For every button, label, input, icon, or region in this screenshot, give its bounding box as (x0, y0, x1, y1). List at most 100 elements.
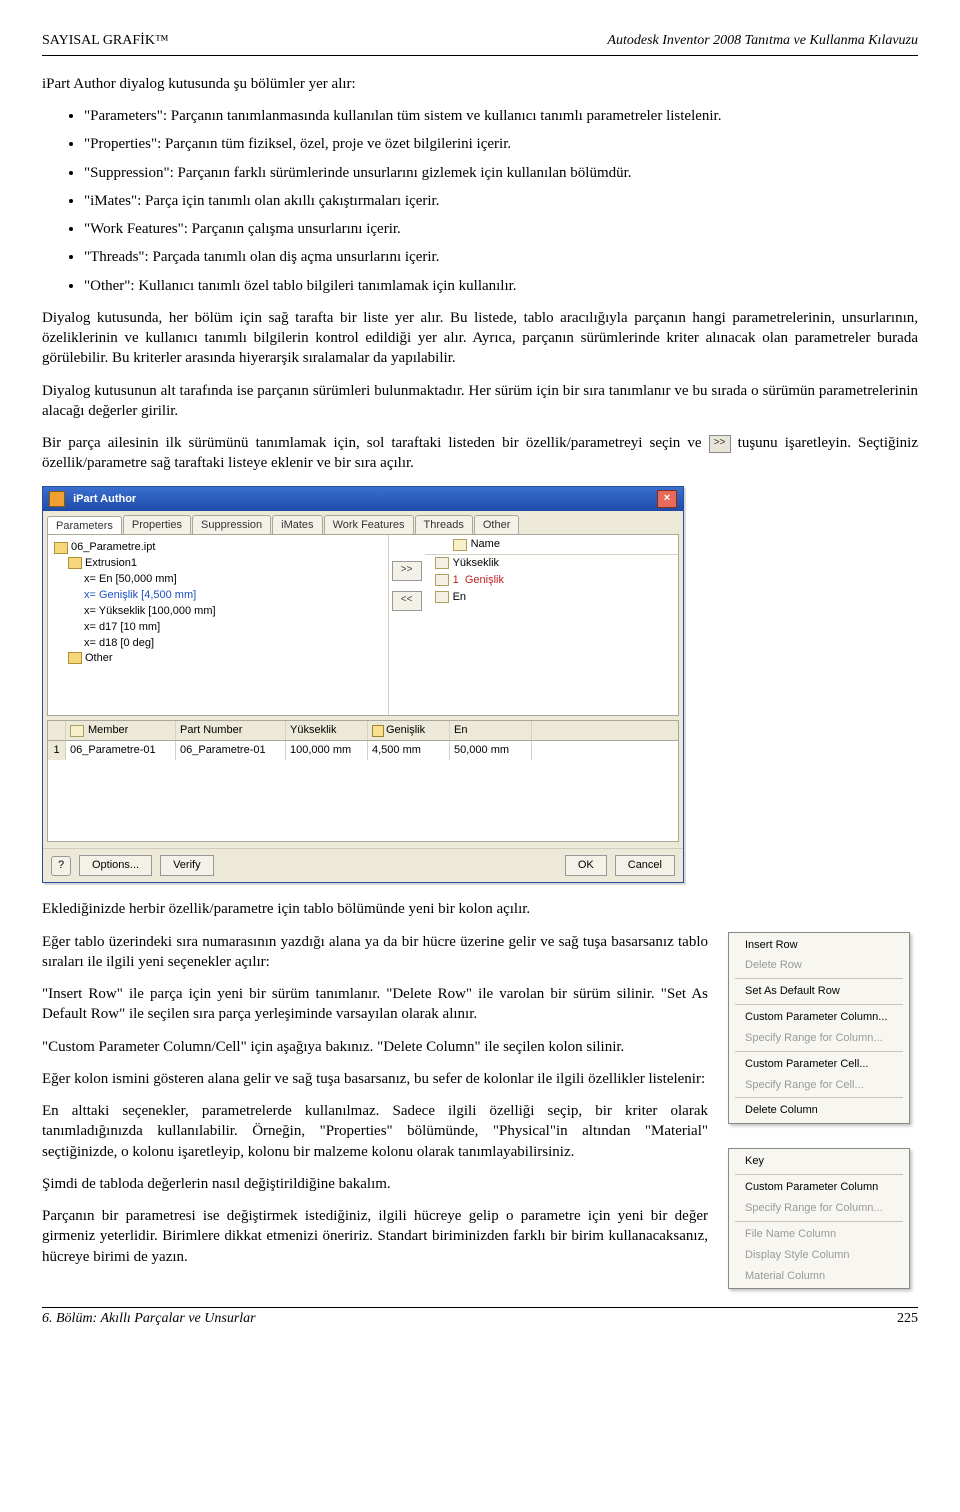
ctx-range-cell: Specify Range for Cell... (731, 1075, 907, 1096)
ctx2-range-col: Specify Range for Column... (731, 1198, 907, 1219)
list-icon (435, 557, 449, 569)
cell-member[interactable]: 06_Parametre-01 (66, 741, 176, 760)
cell-yukseklik[interactable]: 100,000 mm (286, 741, 368, 760)
ctx2-display-col: Display Style Column (731, 1245, 907, 1266)
p3a: Bir parça ailesinin ilk sürümünü tanımla… (42, 435, 709, 451)
tree-root[interactable]: 06_Parametre.ipt (71, 541, 155, 553)
row-num[interactable]: 1 (48, 741, 66, 760)
ctx-insert-row[interactable]: Insert Row (731, 935, 907, 956)
ctx2-custom-col[interactable]: Custom Parameter Column (731, 1177, 907, 1198)
para-row-ops: "Insert Row" ile parça için yeni bir sür… (42, 984, 708, 1025)
bullet-other: "Other": Kullanıcı tanımlı özel tablo bi… (84, 276, 918, 296)
context-separator (735, 1221, 903, 1222)
para-new-column: Eklediğinizde herbir özellik/parametre i… (42, 899, 918, 919)
app-icon (49, 491, 65, 507)
context-separator (735, 1097, 903, 1098)
bullet-threads: "Threads": Parçada tanımlı olan diş açma… (84, 247, 918, 267)
verify-button[interactable]: Verify (160, 855, 214, 876)
tree-genislik[interactable]: x= Genişlik [4,500 mm] (54, 588, 382, 603)
tab-properties[interactable]: Properties (123, 515, 191, 535)
list-icon (435, 591, 449, 603)
para-first-version: Bir parça ailesinin ilk sürümünü tanımla… (42, 433, 918, 474)
ctx-delete-col[interactable]: Delete Column (731, 1100, 907, 1121)
dialog-title: iPart Author (73, 493, 136, 505)
row-context-menu: Insert Row Delete Row Set As Default Row… (728, 932, 910, 1125)
bullet-parameters: "Parameters": Parçanın tanımlanmasında k… (84, 106, 918, 126)
ctx2-material-col: Material Column (731, 1266, 907, 1287)
page-number: 225 (897, 1310, 918, 1329)
ctx-range-col: Specify Range for Column... (731, 1028, 907, 1049)
para-change-values: Şimdi de tabloda değerlerin nasıl değişt… (42, 1174, 708, 1194)
dialog-tabs: Parameters Properties Suppression iMates… (43, 511, 683, 535)
close-icon[interactable]: × (657, 490, 677, 508)
bullet-suppression: "Suppression": Parçanın farklı sürümleri… (84, 163, 918, 183)
grid-h-yukseklik[interactable]: Yükseklik (286, 721, 368, 740)
top-rule (42, 55, 918, 56)
grid-h-genislik[interactable]: Genişlik (386, 724, 425, 736)
remove-button[interactable]: << (392, 591, 422, 611)
cancel-button[interactable]: Cancel (615, 855, 675, 876)
ctx-delete-row: Delete Row (731, 955, 907, 976)
ctx2-key[interactable]: Key (731, 1151, 907, 1172)
para-rightclick-row: Eğer tablo üzerindeki sıra numarasının y… (42, 932, 708, 973)
options-button[interactable]: Options... (79, 855, 152, 876)
para-custom-col: "Custom Parameter Column/Cell" için aşağ… (42, 1037, 708, 1057)
list-icon (435, 574, 449, 586)
grid-h-en[interactable]: En (450, 721, 532, 740)
help-icon[interactable]: ? (51, 856, 71, 876)
grid-row-1[interactable]: 1 06_Parametre-01 06_Parametre-01 100,00… (48, 741, 678, 760)
name-num: 1 (453, 574, 459, 586)
column-context-menu: Key Custom Parameter Column Specify Rang… (728, 1148, 910, 1289)
dialog-footer: ? Options... Verify OK Cancel (43, 848, 683, 882)
tab-parameters[interactable]: Parameters (47, 516, 122, 536)
footer-chapter: 6. Bölüm: Akıllı Parçalar ve Unsurlar (42, 1310, 256, 1329)
bullet-imates: "iMates": Parça için tanımlı olan akıllı… (84, 191, 918, 211)
ctx2-filename-col: File Name Column (731, 1224, 907, 1245)
ctx-custom-cell[interactable]: Custom Parameter Cell... (731, 1054, 907, 1075)
feature-icon (68, 557, 82, 569)
name-yukseklik[interactable]: Yükseklik (453, 557, 499, 569)
header-left: SAYISAL GRAFİK™ (42, 32, 169, 51)
ipart-author-dialog: iPart Author × Parameters Properties Sup… (42, 486, 684, 884)
para-list-desc: Diyalog kutusunda, her bölüm için sağ ta… (42, 308, 918, 369)
ok-button[interactable]: OK (565, 855, 607, 876)
cell-genislik[interactable]: 4,500 mm (368, 741, 450, 760)
add-button[interactable]: >> (392, 561, 422, 581)
tab-body: 06_Parametre.ipt Extrusion1 x= En [50,00… (47, 534, 679, 716)
name-en[interactable]: En (453, 591, 466, 603)
feature-bullets: "Parameters": Parçanın tanımlanmasında k… (42, 106, 918, 296)
dialog-titlebar[interactable]: iPart Author × (43, 487, 683, 511)
context-separator (735, 1004, 903, 1005)
tab-threads[interactable]: Threads (415, 515, 473, 535)
name-genislik[interactable]: Genişlik (465, 574, 504, 586)
cell-partnumber[interactable]: 06_Parametre-01 (176, 741, 286, 760)
tree-en[interactable]: x= En [50,000 mm] (54, 572, 382, 587)
key-icon (372, 725, 384, 737)
para-bottom-options: En alttaki seçenekler, parametrelerde ku… (42, 1101, 708, 1162)
tree-yukseklik[interactable]: x= Yükseklik [100,000 mm] (54, 604, 382, 619)
grid-h-member[interactable]: Member (88, 724, 128, 736)
ctx-default-row[interactable]: Set As Default Row (731, 981, 907, 1002)
transfer-buttons: >> << (389, 535, 425, 715)
tab-other[interactable]: Other (474, 515, 520, 535)
folder-icon (68, 652, 82, 664)
tree-extrusion[interactable]: Extrusion1 (85, 557, 137, 569)
para-units: Parçanın bir parametresi ise değiştirmek… (42, 1206, 708, 1267)
grid-area: Member Part Number Yükseklik Genişlik En… (47, 720, 679, 842)
grid-h-partnumber[interactable]: Part Number (176, 721, 286, 740)
forward-icon: >> (709, 435, 731, 453)
tab-suppression[interactable]: Suppression (192, 515, 271, 535)
tab-imates[interactable]: iMates (272, 515, 322, 535)
para-rightclick-col: Eğer kolon ismini gösteren alana gelir v… (42, 1069, 708, 1089)
context-separator (735, 978, 903, 979)
tree-pane[interactable]: 06_Parametre.ipt Extrusion1 x= En [50,00… (48, 535, 389, 715)
context-separator (735, 1051, 903, 1052)
tab-workfeatures[interactable]: Work Features (324, 515, 414, 535)
tree-other[interactable]: Other (85, 652, 113, 664)
intro-para: iPart Author diyalog kutusunda şu bölüml… (42, 74, 918, 94)
tree-d18[interactable]: x= d18 [0 deg] (54, 636, 382, 651)
key-icon (453, 539, 467, 551)
cell-en[interactable]: 50,000 mm (450, 741, 532, 760)
ctx-custom-col[interactable]: Custom Parameter Column... (731, 1007, 907, 1028)
tree-d17[interactable]: x= d17 [10 mm] (54, 620, 382, 635)
